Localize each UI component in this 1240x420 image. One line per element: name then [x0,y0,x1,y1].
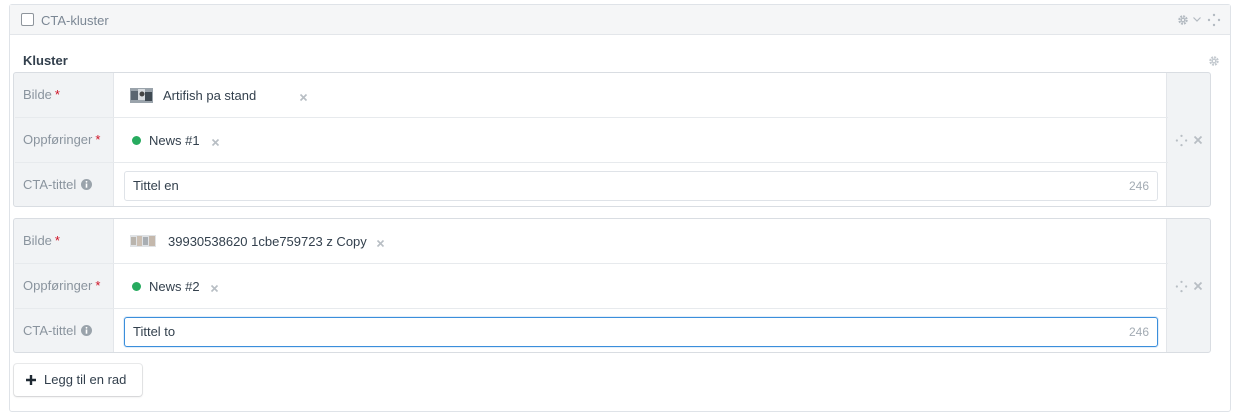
block-fields: Bilde * 39930538620 1cbe759723 z Copy Opp… [15,219,1168,352]
field-row-cta-title: CTA-tittel 246 [15,163,1168,206]
field-label-image: Bilde * [23,87,60,102]
plus-icon [26,375,36,385]
image-thumbnail[interactable] [130,235,156,247]
move-icon[interactable] [1175,134,1188,147]
char-counter: 246 [1128,325,1149,339]
remove-icon[interactable] [211,138,220,147]
image-thumbnail[interactable] [130,88,153,103]
status-indicator [132,282,141,291]
select-checkbox[interactable] [21,13,34,26]
field-label-image: Bilde * [23,233,60,248]
info-icon[interactable] [81,179,93,190]
gear-icon[interactable] [1207,54,1221,68]
remove-icon[interactable] [299,93,308,102]
required-mark: * [54,233,60,248]
block-fields: Bilde * Artifish pa stand Oppføringer * Ne… [15,73,1168,206]
move-icon[interactable] [1175,280,1188,293]
cta-title-field: 246 [124,317,1158,347]
section-label: Kluster [23,53,68,68]
delete-row-icon[interactable] [1193,281,1203,291]
field-label-entries: Oppføringer * [23,132,101,147]
panel-title: CTA-kluster [41,13,109,28]
remove-icon[interactable] [376,239,385,248]
add-row-button[interactable]: Legg til en rad [14,364,142,396]
image-name: Artifish pa stand [163,88,257,103]
char-counter: 246 [1128,179,1149,193]
cta-title-input[interactable] [133,178,1033,193]
field-label-entries: Oppføringer * [23,278,101,293]
cta-title-field: 246 [124,171,1158,201]
field-row-cta-title: CTA-tittel 246 [15,309,1168,352]
field-row-entries: Oppføringer * News #1 [15,118,1168,163]
entry-name[interactable]: News #2 [149,279,200,294]
required-mark: * [54,87,60,102]
image-name: 39930538620 1cbe759723 z Copy [168,234,367,249]
required-mark: * [95,278,101,293]
field-label-cta-title: CTA-tittel [23,323,93,338]
cta-title-input[interactable] [133,324,1033,339]
add-row-label: Legg til en rad [44,372,127,387]
cluster-block: Bilde * Artifish pa stand Oppføringer * Ne… [13,72,1211,207]
entry-name[interactable]: News #1 [149,133,200,148]
delete-row-icon[interactable] [1193,135,1203,145]
field-label-cta-title: CTA-tittel [23,177,93,192]
gear-icon[interactable] [1176,13,1190,27]
field-row-entries: Oppføringer * News #2 [15,264,1168,309]
cluster-block: Bilde * 39930538620 1cbe759723 z Copy Opp… [13,218,1211,353]
remove-icon[interactable] [210,284,219,293]
field-row-image: Bilde * Artifish pa stand [15,73,1168,118]
move-icon[interactable] [1207,13,1221,27]
panel-header: CTA-kluster [10,5,1230,35]
status-indicator [132,136,141,145]
info-icon[interactable] [81,325,93,336]
field-row-image: Bilde * 39930538620 1cbe759723 z Copy [15,219,1168,264]
required-mark: * [95,132,101,147]
chevron-down-icon[interactable] [1192,14,1202,24]
